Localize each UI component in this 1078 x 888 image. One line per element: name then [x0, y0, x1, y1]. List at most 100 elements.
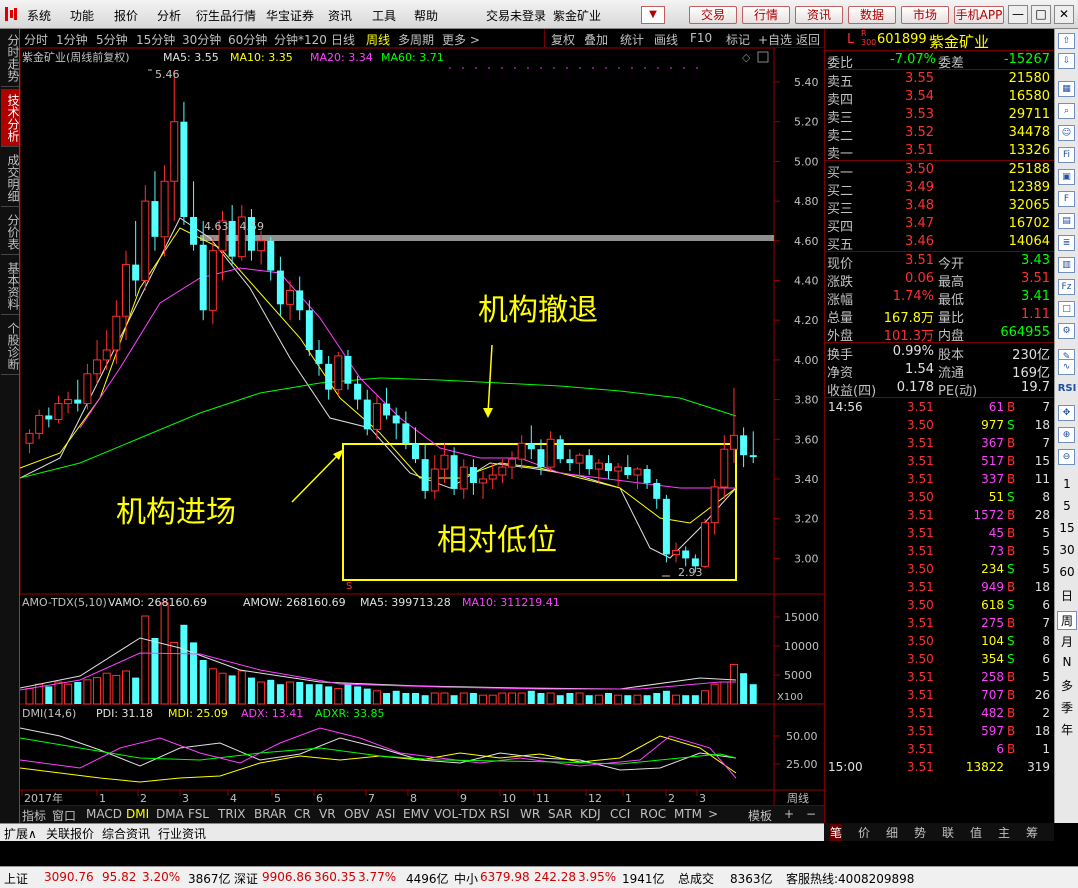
period-shortcut-30[interactable]: 30 [1057, 543, 1077, 557]
market-overview-button[interactable]: 市场 [901, 6, 949, 24]
period-intraday[interactable]: 分时 [24, 31, 48, 48]
sell-order-row[interactable]: 卖四 3.54 16580 [825, 88, 1054, 108]
quote-tab[interactable]: 值 [970, 824, 982, 841]
settings-icon[interactable]: ⚙ [1058, 323, 1075, 339]
menu-item-function[interactable]: 功能 [70, 7, 94, 24]
tab-vol-tdx[interactable]: VOL-TDX [434, 807, 486, 821]
draw-line-button[interactable]: 画线 [654, 31, 678, 48]
wave-icon[interactable]: ∿ [1058, 359, 1075, 375]
window-icon[interactable]: □ [1058, 301, 1075, 317]
period-shortcut-multi[interactable]: 多 [1057, 677, 1077, 694]
tab-dmi[interactable]: DMI [126, 807, 149, 821]
tab-macd[interactable]: MACD [86, 807, 122, 821]
buy-order-row[interactable]: 买三 3.48 32065 [825, 197, 1054, 217]
period-shortcut-year[interactable]: 年 [1057, 721, 1077, 738]
buy-order-row[interactable]: 买二 3.49 12389 [825, 179, 1054, 199]
fin-icon[interactable]: Fi [1058, 147, 1075, 163]
tab-dma[interactable]: DMA [156, 807, 184, 821]
menu-item-tools[interactable]: 工具 [372, 7, 396, 24]
menu-item-derivatives[interactable]: 衍生品行情 [196, 7, 256, 24]
buy-order-row[interactable]: 买五 3.46 14064 [825, 233, 1054, 253]
rsi-shortcut[interactable]: RSI [1057, 383, 1077, 394]
tab-stock-diagnosis[interactable]: 个股诊断 [1, 317, 20, 375]
zoom-in-button[interactable]: + [784, 807, 794, 821]
move-icon[interactable]: ✥ [1058, 405, 1075, 421]
period-weekly[interactable]: 周线 [366, 31, 390, 48]
list-icon[interactable]: ≣ [1058, 235, 1075, 251]
menu-item-news[interactable]: 资讯 [328, 7, 352, 24]
period-1min[interactable]: 1分钟 [56, 31, 88, 48]
tab-trix[interactable]: TRIX [218, 807, 245, 821]
sell-order-row[interactable]: 卖五 3.55 21580 [825, 70, 1054, 90]
add-favorite-button[interactable]: +自选 [758, 31, 792, 48]
period-more[interactable]: 更多 > [442, 31, 480, 48]
industry-news-tab[interactable]: 行业资讯 [158, 825, 206, 842]
menu-item-system[interactable]: 系统 [27, 7, 51, 24]
period-shortcut-1[interactable]: 1 [1057, 477, 1077, 491]
back-button[interactable]: 返回 [796, 31, 820, 48]
chart-option-icon[interactable]: ◇ [742, 51, 751, 64]
buy-order-row[interactable]: 买一 3.50 25188 [825, 161, 1054, 181]
adjust-button[interactable]: 复权 [551, 31, 575, 48]
period-multi[interactable]: 多周期 [398, 31, 434, 48]
period-shortcut-week[interactable]: 周 [1057, 611, 1077, 630]
minimize-button[interactable]: — [1008, 5, 1028, 24]
period-shortcut-month[interactable]: 月 [1057, 633, 1077, 650]
period-shortcut-5[interactable]: 5 [1057, 499, 1077, 513]
period-shortcut-15[interactable]: 15 [1057, 521, 1077, 535]
maximize-button[interactable]: □ [1031, 5, 1051, 24]
period-shortcut-season[interactable]: 季 [1057, 699, 1077, 716]
indicator-tab-label[interactable]: 指标 [22, 807, 46, 824]
arrow-up-icon[interactable]: ⇧ [1058, 33, 1075, 49]
period-30min[interactable]: 30分钟 [182, 31, 221, 48]
template-button[interactable]: 模板 [748, 807, 772, 824]
stock-dropdown-button[interactable]: ▼ [641, 6, 665, 24]
kline-chart-svg[interactable]: 5.40 5.20 5.00 4.80 4.60 4.40 4.20 4.00 3.80 3.60… [20, 48, 824, 805]
tab-more[interactable]: > [708, 807, 718, 821]
table-icon[interactable]: ▤ [1058, 213, 1075, 229]
tab-asi[interactable]: ASI [376, 807, 395, 821]
window-tab[interactable]: 窗口 [52, 807, 76, 824]
mark-button[interactable]: 标记 [726, 31, 750, 48]
news-tab[interactable]: 综合资讯 [102, 825, 150, 842]
search-icon[interactable]: ⌕ [1058, 103, 1075, 119]
zoom-in-icon[interactable]: ⊕ [1058, 427, 1075, 443]
tab-fsl[interactable]: FSL [188, 807, 209, 821]
chart-area[interactable]: 5.40 5.20 5.00 4.80 4.60 4.40 4.20 4.00 3.80 3.60… [20, 48, 824, 823]
quote-tab[interactable]: 势 [914, 824, 926, 841]
buy-order-row[interactable]: 买四 3.47 16702 [825, 215, 1054, 235]
expand-tab[interactable]: 扩展∧ [4, 825, 37, 842]
fiz-icon[interactable]: Fz [1058, 279, 1075, 295]
tab-vr[interactable]: VR [319, 807, 336, 821]
data-button[interactable]: 数据 [848, 6, 896, 24]
sell-order-row[interactable]: 卖三 3.53 29711 [825, 106, 1054, 126]
period-shortcut-60[interactable]: 60 [1057, 565, 1077, 579]
sell-order-row[interactable]: 卖二 3.52 34478 [825, 124, 1054, 144]
tick-list[interactable]: 14:56 3.51 61 B 7 3.50 977 S 18 3.51 367 B 7 3.51 517 B… [825, 398, 1054, 776]
period-15min[interactable]: 15分钟 [136, 31, 175, 48]
quote-tab[interactable]: 笔 [830, 824, 843, 841]
calendar-icon[interactable]: ▥ [1058, 257, 1075, 273]
period-shortcut-n[interactable]: N [1057, 655, 1077, 669]
quote-tab[interactable]: 细 [886, 824, 898, 841]
tab-wr[interactable]: WR [520, 807, 540, 821]
period-60min[interactable]: 60分钟 [228, 31, 267, 48]
tab-price-table[interactable]: 分价表 [1, 209, 20, 255]
period-5min[interactable]: 5分钟 [96, 31, 128, 48]
market-button[interactable]: 行情 [742, 6, 790, 24]
close-button[interactable]: ✕ [1054, 5, 1074, 24]
period-shortcut-day[interactable]: 日 [1057, 587, 1077, 604]
grid-icon[interactable]: ▦ [1058, 81, 1075, 97]
tab-basic-info[interactable]: 基本资料 [1, 257, 20, 315]
menu-item-broker[interactable]: 华宝证券 [266, 7, 314, 24]
chart-settings-icon[interactable] [757, 51, 769, 63]
zoom-out-icon[interactable]: ⊖ [1058, 449, 1075, 465]
quote-tab[interactable]: 主 [998, 824, 1010, 841]
tab-obv[interactable]: OBV [344, 807, 370, 821]
statistics-button[interactable]: 统计 [620, 31, 644, 48]
tab-emv[interactable]: EMV [403, 807, 429, 821]
menu-item-analysis[interactable]: 分析 [157, 7, 181, 24]
tab-brar[interactable]: BRAR [254, 807, 287, 821]
tab-cci[interactable]: CCI [610, 807, 630, 821]
f10-button[interactable]: F10 [690, 31, 712, 45]
